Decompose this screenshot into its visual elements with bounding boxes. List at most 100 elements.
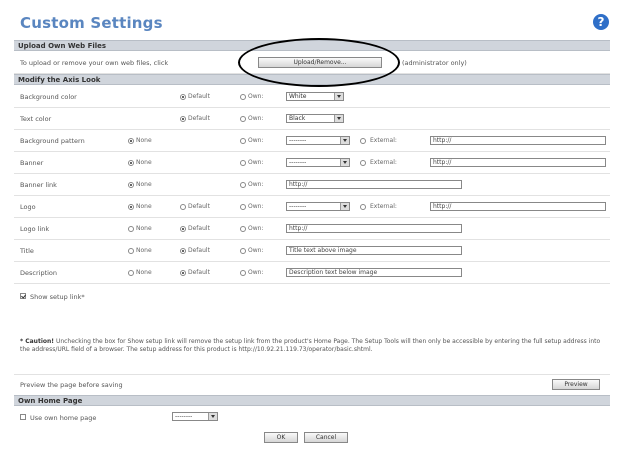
custom-settings-panel: Custom Settings ? Upload Own Web Files T… bbox=[14, 8, 610, 460]
external-label: External: bbox=[370, 159, 397, 166]
none-label: None bbox=[136, 137, 152, 144]
row-label: Description bbox=[20, 269, 58, 277]
own-label: Own: bbox=[248, 159, 264, 166]
banner-url-input[interactable]: http:// bbox=[430, 158, 606, 167]
banner-link-input[interactable]: http:// bbox=[286, 180, 462, 189]
none-label: None bbox=[136, 181, 152, 188]
upload-note: (administrator only) bbox=[402, 59, 467, 67]
own-radio[interactable] bbox=[240, 226, 246, 232]
own-label: Own: bbox=[248, 115, 264, 122]
background-pattern-url-input[interactable]: http:// bbox=[430, 136, 606, 145]
own-label: Own: bbox=[248, 269, 264, 276]
upload-instructions: To upload or remove your own web files, … bbox=[20, 59, 169, 67]
default-label: Default bbox=[188, 115, 210, 122]
page-title: Custom Settings bbox=[20, 14, 163, 32]
row-background-pattern: Background pattern None Own: -------- Ex… bbox=[14, 130, 610, 152]
select-value: White bbox=[289, 93, 307, 100]
default-label: Default bbox=[188, 203, 210, 210]
caution-text: Unchecking the box for Show setup link w… bbox=[20, 338, 601, 353]
cancel-button[interactable]: Cancel bbox=[304, 432, 348, 443]
external-label: External: bbox=[370, 137, 397, 144]
default-radio[interactable] bbox=[180, 270, 186, 276]
row-show-setup-link: Show setup link* bbox=[14, 284, 610, 308]
external-radio[interactable] bbox=[360, 138, 366, 144]
default-label: Default bbox=[188, 93, 210, 100]
page-header: Custom Settings ? bbox=[14, 8, 610, 38]
default-label: Default bbox=[188, 225, 210, 232]
preview-button[interactable]: Preview bbox=[552, 379, 600, 390]
show-setup-link-label: Show setup link* bbox=[30, 293, 85, 301]
text-color-select[interactable]: Black bbox=[286, 114, 344, 123]
row-background-color: Background color Default Own: White bbox=[14, 86, 610, 108]
own-label: Own: bbox=[248, 137, 264, 144]
default-label: Default bbox=[188, 269, 210, 276]
default-label: Default bbox=[188, 247, 210, 254]
default-radio[interactable] bbox=[180, 204, 186, 210]
none-radio[interactable] bbox=[128, 204, 134, 210]
own-home-page-checkbox[interactable] bbox=[20, 414, 26, 420]
own-home-page-label: Use own home page bbox=[30, 414, 97, 422]
select-value: -------- bbox=[289, 137, 307, 144]
row-title: Title None Default Own: Title text above… bbox=[14, 240, 610, 262]
logo-link-input[interactable]: http:// bbox=[286, 224, 462, 233]
preview-label: Preview the page before saving bbox=[20, 381, 123, 389]
caution-note: * Caution! Unchecking the box for Show s… bbox=[20, 338, 606, 353]
row-logo-link: Logo link None Default Own: http:// bbox=[14, 218, 610, 240]
row-logo: Logo None Default Own: -------- External… bbox=[14, 196, 610, 218]
none-label: None bbox=[136, 159, 152, 166]
own-radio[interactable] bbox=[240, 116, 246, 122]
own-radio[interactable] bbox=[240, 160, 246, 166]
background-color-select[interactable]: White bbox=[286, 92, 344, 101]
ok-button[interactable]: OK bbox=[264, 432, 298, 443]
none-radio[interactable] bbox=[128, 248, 134, 254]
chevron-down-icon bbox=[340, 203, 349, 210]
row-text-color: Text color Default Own: Black bbox=[14, 108, 610, 130]
default-radio[interactable] bbox=[180, 94, 186, 100]
row-own-home-page: Use own home page -------- bbox=[14, 407, 610, 427]
own-radio[interactable] bbox=[240, 248, 246, 254]
own-radio[interactable] bbox=[240, 94, 246, 100]
none-radio[interactable] bbox=[128, 226, 134, 232]
description-text-input[interactable]: Description text below image bbox=[286, 268, 462, 277]
own-radio[interactable] bbox=[240, 182, 246, 188]
home-section-header: Own Home Page bbox=[14, 395, 610, 406]
own-label: Own: bbox=[248, 203, 264, 210]
home-page-select[interactable]: -------- bbox=[172, 412, 218, 421]
external-label: External: bbox=[370, 203, 397, 210]
own-label: Own: bbox=[248, 225, 264, 232]
own-label: Own: bbox=[248, 247, 264, 254]
row-label: Logo bbox=[20, 203, 36, 211]
none-label: None bbox=[136, 225, 152, 232]
help-icon[interactable]: ? bbox=[593, 14, 609, 30]
default-radio[interactable] bbox=[180, 116, 186, 122]
row-label: Background color bbox=[20, 93, 77, 101]
row-label: Banner bbox=[20, 159, 44, 167]
default-radio[interactable] bbox=[180, 226, 186, 232]
row-label: Banner link bbox=[20, 181, 57, 189]
banner-select[interactable]: -------- bbox=[286, 158, 350, 167]
own-radio[interactable] bbox=[240, 138, 246, 144]
show-setup-link-checkbox[interactable] bbox=[20, 293, 26, 299]
none-label: None bbox=[136, 203, 152, 210]
none-label: None bbox=[136, 247, 152, 254]
highlight-annotation-oval bbox=[238, 38, 400, 87]
chevron-down-icon bbox=[340, 137, 349, 144]
own-radio[interactable] bbox=[240, 204, 246, 210]
own-radio[interactable] bbox=[240, 270, 246, 276]
row-preview: Preview the page before saving Preview bbox=[14, 374, 610, 396]
logo-select[interactable]: -------- bbox=[286, 202, 350, 211]
row-label: Background pattern bbox=[20, 137, 85, 145]
chevron-down-icon bbox=[334, 93, 343, 100]
external-radio[interactable] bbox=[360, 204, 366, 210]
select-value: -------- bbox=[175, 413, 193, 420]
background-pattern-select[interactable]: -------- bbox=[286, 136, 350, 145]
default-radio[interactable] bbox=[180, 248, 186, 254]
logo-url-input[interactable]: http:// bbox=[430, 202, 606, 211]
select-value: -------- bbox=[289, 203, 307, 210]
none-radio[interactable] bbox=[128, 270, 134, 276]
none-radio[interactable] bbox=[128, 138, 134, 144]
title-text-input[interactable]: Title text above image bbox=[286, 246, 462, 255]
none-radio[interactable] bbox=[128, 182, 134, 188]
none-radio[interactable] bbox=[128, 160, 134, 166]
external-radio[interactable] bbox=[360, 160, 366, 166]
